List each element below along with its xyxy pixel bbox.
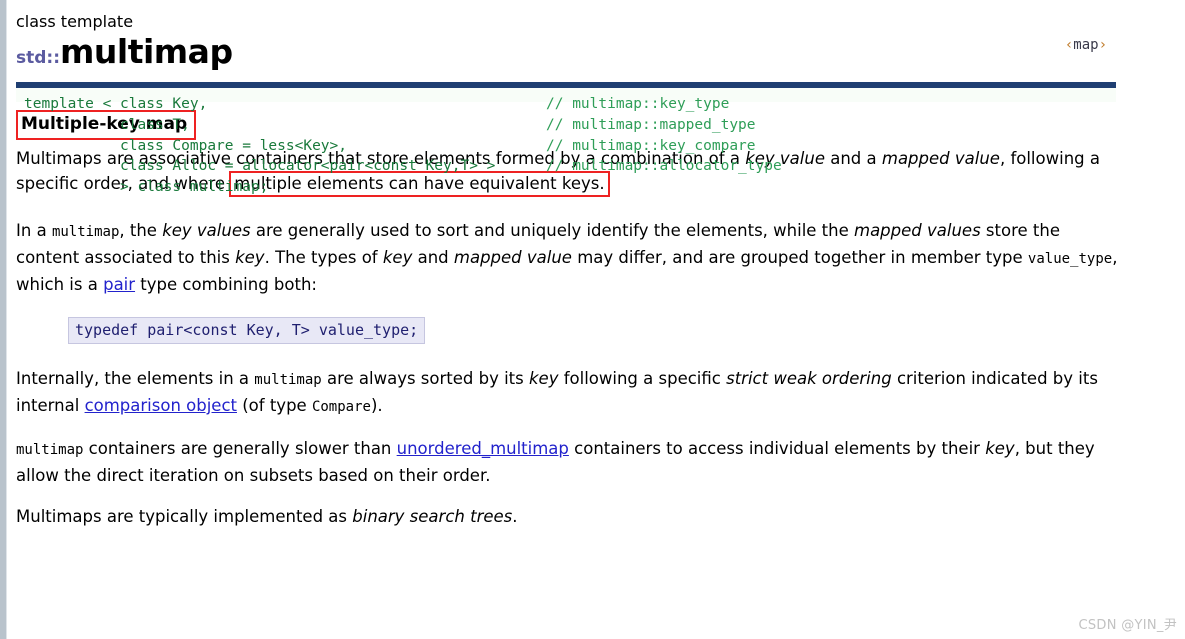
page-title-namespace: std:: bbox=[16, 48, 61, 68]
p3-mono-multimap: multimap bbox=[254, 372, 322, 388]
p1-em-mapped-value: mapped value bbox=[881, 149, 1000, 168]
reference-page: class template std::multimap ‹map› templ… bbox=[8, 0, 1185, 639]
page-title: std::multimap bbox=[16, 34, 1185, 76]
p3-text-e: following a specific bbox=[558, 369, 727, 388]
p2-em-mapped-value: mapped value bbox=[453, 248, 572, 267]
page-kind-label: class template bbox=[16, 12, 134, 31]
p3-text-c: are always sorted by its bbox=[321, 369, 529, 388]
p5-text-a: Multimaps are typically implemented as bbox=[16, 507, 353, 526]
p2-text-a: In a bbox=[16, 221, 52, 240]
declaration-code-left: template < class Key, class T, class Com… bbox=[24, 96, 496, 196]
p2-em-mapped-values: mapped values bbox=[854, 221, 981, 240]
typedef-snippet: typedef pair<const Key, T> value_type; bbox=[68, 317, 426, 344]
include-angle-close: › bbox=[1098, 37, 1107, 53]
page-left-gutter bbox=[0, 0, 7, 639]
paragraph-3: Internally, the elements in a multimap a… bbox=[16, 366, 1126, 420]
include-angle-open: ‹ bbox=[1064, 37, 1074, 53]
page-header: class template std::multimap ‹map› bbox=[8, 0, 1185, 76]
p2-mono-multimap: multimap bbox=[51, 224, 120, 240]
p2-text-q: type combining both: bbox=[135, 275, 317, 294]
typedef-snippet-wrap: typedef pair<const Key, T> value_type; bbox=[68, 317, 1126, 344]
p3-em-strict-weak-ordering: strict weak ordering bbox=[726, 369, 892, 388]
p5-em-binary-search-trees: binary search trees bbox=[352, 507, 513, 526]
p2-text-i: . The types of bbox=[264, 248, 383, 267]
link-pair[interactable]: pair bbox=[103, 275, 135, 294]
p2-text-c: , the bbox=[119, 221, 163, 240]
p2-text-m: may differ, and are grouped together in … bbox=[571, 248, 1028, 267]
p3-text-a: Internally, the elements in a bbox=[16, 369, 255, 388]
p4-text-b: containers are generally slower than bbox=[83, 439, 397, 458]
p2-em-key-values: key values bbox=[162, 221, 251, 240]
p2-em-key: key bbox=[235, 248, 265, 267]
p4-mono-multimap: multimap bbox=[16, 442, 84, 458]
p5-text-c: . bbox=[512, 507, 518, 526]
p4-em-key: key bbox=[985, 439, 1015, 458]
header-include[interactable]: ‹map› bbox=[1065, 37, 1107, 53]
p2-text-k: and bbox=[412, 248, 454, 267]
p3-em-key: key bbox=[529, 369, 559, 388]
p3-text-i: (of type bbox=[237, 396, 312, 415]
paragraph-5: Multimaps are typically implemented as b… bbox=[16, 504, 1126, 529]
p1-text-c: and a bbox=[824, 149, 882, 168]
p2-em-key-2: key bbox=[382, 248, 413, 267]
include-header-name: map bbox=[1073, 37, 1099, 53]
p2-mono-value-type: value_type bbox=[1027, 251, 1113, 267]
paragraph-4: multimap containers are generally slower… bbox=[16, 436, 1126, 488]
declaration-code-block: template < class Key, class T, class Com… bbox=[16, 82, 1116, 195]
link-comparison-object[interactable]: comparison object bbox=[85, 396, 237, 415]
p4-text-d: containers to access individual elements… bbox=[568, 439, 986, 458]
article-body: Multimaps are associative containers tha… bbox=[16, 146, 1126, 529]
p3-mono-compare: Compare bbox=[311, 399, 371, 415]
p3-text-k: ). bbox=[370, 396, 383, 415]
declaration-code-comments: // multimap::key_type // multimap::mappe… bbox=[546, 96, 782, 175]
page-title-name: multimap bbox=[60, 32, 233, 71]
p2-text-e: are generally used to sort and uniquely … bbox=[250, 221, 854, 240]
csdn-watermark: CSDN @YIN_尹 bbox=[1078, 618, 1177, 633]
paragraph-2: In a multimap, the key values are genera… bbox=[16, 218, 1126, 297]
link-unordered-multimap[interactable]: unordered_multimap bbox=[397, 439, 569, 458]
